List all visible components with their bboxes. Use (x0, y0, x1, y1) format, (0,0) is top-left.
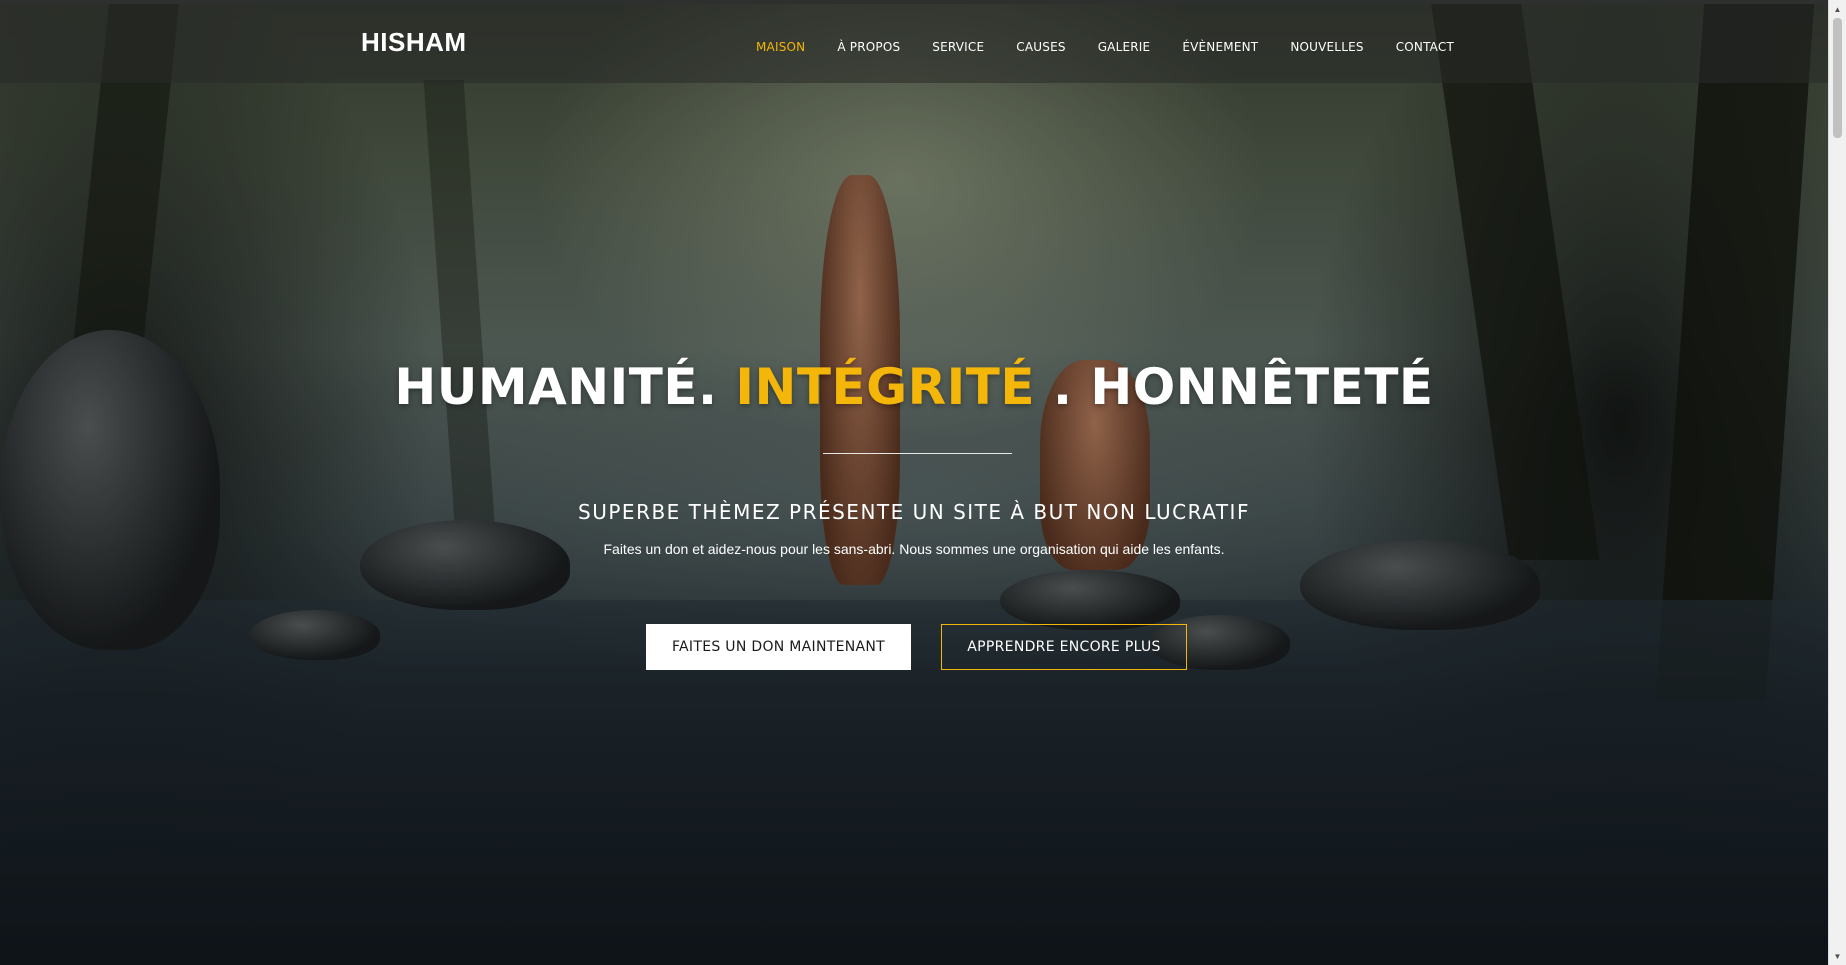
headline-divider (823, 453, 1012, 454)
scroll-down-arrow-icon[interactable]: ▼ (1829, 949, 1846, 963)
hero-subheadline: SUPERBE THÈMEZ PRÉSENTE UN SITE À BUT NO… (578, 500, 1250, 524)
learn-more-button[interactable]: APPRENDRE ENCORE PLUS (941, 624, 1187, 670)
headline-word-integrite: INTÉGRITÉ (735, 358, 1036, 416)
donate-now-button[interactable]: FAITES UN DON MAINTENANT (646, 624, 911, 670)
scrollbar-thumb[interactable] (1833, 18, 1842, 138)
hero-tagline: Faites un don et aidez-nous pour les san… (603, 541, 1225, 557)
headline-word-humanite: HUMANITÉ. (394, 358, 736, 416)
scroll-up-arrow-icon[interactable]: ▲ (1829, 2, 1846, 16)
hero-content: HUMANITÉ. INTÉGRITÉ . HONNÊTETÉ SUPERBE … (0, 0, 1828, 965)
vertical-scrollbar[interactable]: ▲ ▼ (1828, 0, 1846, 965)
browser-viewport: HISHAM MAISON À PROPOS SERVICE CAUSES GA… (0, 0, 1846, 965)
hero-headline: HUMANITÉ. INTÉGRITÉ . HONNÊTETÉ (0, 358, 1828, 416)
headline-word-honnetete: . HONNÊTETÉ (1035, 358, 1434, 416)
